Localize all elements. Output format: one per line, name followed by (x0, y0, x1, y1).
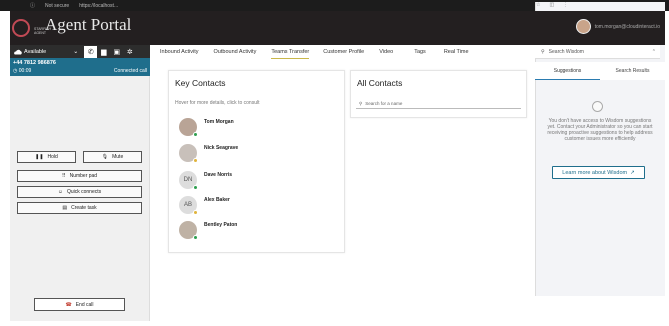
contact-item[interactable]: Tom Morgan (179, 118, 234, 137)
end-call-button[interactable]: ☎ End call (34, 298, 125, 311)
wisdom-search-placeholder: Search Wisdom (548, 48, 584, 55)
chevron-up-icon[interactable]: ⌃ (652, 49, 656, 55)
presence-icon (193, 158, 198, 163)
quick-connects-label: Quick connects (66, 189, 102, 195)
key-contacts-card: Key Contacts Hover for more details, cli… (168, 70, 345, 253)
agent-status-bar: Available ⌄ ✆ ▆ ▣ ✲ (10, 45, 150, 58)
phone-icon[interactable]: ✆ (84, 45, 98, 58)
url-text[interactable]: https://localhost... (79, 3, 118, 9)
quick-connects-button[interactable]: ☺ Quick connects (17, 186, 142, 198)
activity-tabs: Inbound Activity Outbound Activity Teams… (160, 46, 469, 59)
presence-icon (193, 235, 198, 240)
contact-search-placeholder: Search for a name (365, 101, 403, 106)
task-icon[interactable]: ▣ (110, 46, 123, 58)
contact-name: Bentley Paton (204, 222, 238, 228)
security-label: Not secure (45, 2, 70, 9)
contact-name: Tom Morgan (204, 119, 234, 125)
tab-search-results[interactable]: Search Results (600, 62, 665, 80)
microphone-icon: 🎙︎ (101, 154, 109, 160)
call-state: Connected call (113, 68, 147, 74)
settings-icon[interactable]: ✲ (123, 46, 136, 58)
number-pad-label: Number pad (69, 173, 98, 179)
presence-icon (193, 132, 198, 137)
search-icon: ⚲ (359, 100, 363, 106)
softphone-panel (10, 45, 150, 321)
contact-item[interactable]: AB Alex Baker (179, 196, 230, 215)
mute-button[interactable]: 🎙︎ Mute (83, 151, 142, 163)
end-call-label: End call (75, 301, 94, 308)
tab-outbound-activity[interactable]: Outbound Activity (214, 46, 257, 59)
contact-name: Alex Baker (204, 197, 230, 203)
contacts-icon: ☺ (57, 189, 63, 195)
avatar-initials: DN (183, 177, 193, 183)
info-icon[interactable]: ⓘ (30, 2, 35, 9)
task-icon: ▤ (62, 205, 68, 211)
number-pad-button[interactable]: ⠿ Number pad (17, 170, 142, 182)
avatar (179, 118, 198, 137)
mute-label: Mute (112, 154, 124, 160)
lightbulb-icon (592, 101, 603, 112)
contact-item[interactable]: Nick Seagrave (179, 144, 239, 163)
app-root: ⓘ Not secure https://localhost... ☆ ◫ ⋮ … (0, 0, 669, 326)
chevron-down-icon[interactable]: ⌄ (73, 48, 78, 55)
create-task-button[interactable]: ▤ Create task (17, 202, 142, 214)
search-icon: ⚲ (541, 48, 545, 55)
logo-small-text: STARFISH AGENT (34, 27, 52, 35)
contact-search-input[interactable]: ⚲ Search for a name (356, 99, 521, 109)
wisdom-tabs: Suggestions Search Results (535, 62, 665, 80)
presence-icon (193, 210, 198, 215)
chat-icon[interactable]: ▆ (97, 46, 110, 58)
pause-icon: ❚❚ (35, 154, 44, 160)
create-task-label: Create task (71, 205, 97, 211)
cloud-icon (14, 49, 22, 54)
contact-item[interactable]: Bentley Paton (179, 221, 238, 240)
logo-icon (12, 19, 30, 37)
hold-button[interactable]: ❚❚ Hold (17, 151, 76, 163)
contact-name: Dave Norris (204, 172, 233, 178)
tab-real-time[interactable]: Real Time (444, 46, 469, 59)
tab-tags[interactable]: Tags (414, 46, 426, 59)
caller-number: +44 7812 986876 (13, 60, 56, 66)
tab-suggestions[interactable]: Suggestions (535, 62, 600, 80)
clock-icon: ◷ (13, 68, 18, 74)
wisdom-search-input[interactable]: ⚲ Search Wisdom ⌃ (535, 45, 660, 59)
key-contacts-title: Key Contacts (175, 78, 226, 88)
app-title: Agent Portal (45, 15, 132, 34)
keypad-icon: ⠿ (61, 173, 66, 179)
call-timer: 00:09 (18, 68, 32, 74)
external-link-icon: ↗ (630, 169, 635, 176)
tab-inbound-activity[interactable]: Inbound Activity (160, 46, 199, 59)
avatar: DN (179, 171, 198, 190)
avatar[interactable] (575, 19, 591, 34)
avatar-initials: AB (183, 202, 192, 208)
key-contacts-hint: Hover for more details, click to consult (175, 100, 260, 106)
contact-name: Nick Seagrave (204, 145, 239, 151)
avatar: AB (179, 196, 198, 215)
avatar (179, 221, 198, 240)
app-header: STARFISH AGENT Agent Portal tom.morgan@c… (10, 11, 665, 45)
hold-label: Hold (47, 154, 58, 160)
tab-teams-transfer[interactable]: Teams Transfer (271, 46, 310, 59)
tab-customer-profile[interactable]: Customer Profile (323, 46, 364, 59)
user-menu[interactable]: tom.morgan@cloudinteract.io (575, 19, 660, 34)
hangup-icon: ☎ (65, 301, 72, 308)
wisdom-message: You don't have access to Wisdom suggesti… (547, 118, 653, 142)
learn-more-button[interactable]: Learn more about Wisdom ↗ (552, 166, 645, 179)
avatar (179, 144, 198, 163)
all-contacts-card: All Contacts (350, 70, 527, 118)
agent-status[interactable]: Available (24, 49, 46, 55)
user-email: tom.morgan@cloudinteract.io (594, 23, 660, 30)
learn-more-label: Learn more about Wisdom (562, 169, 628, 176)
active-call: +44 7812 986876 ◷ 00:09 Connected call (10, 58, 150, 76)
browser-bar: ⓘ Not secure https://localhost... ☆ ◫ ⋮ (0, 0, 669, 253)
all-contacts-title: All Contacts (357, 78, 403, 88)
presence-icon (193, 185, 198, 190)
tab-video[interactable]: Video (379, 46, 393, 59)
contact-item[interactable]: DN Dave Norris (179, 171, 233, 190)
